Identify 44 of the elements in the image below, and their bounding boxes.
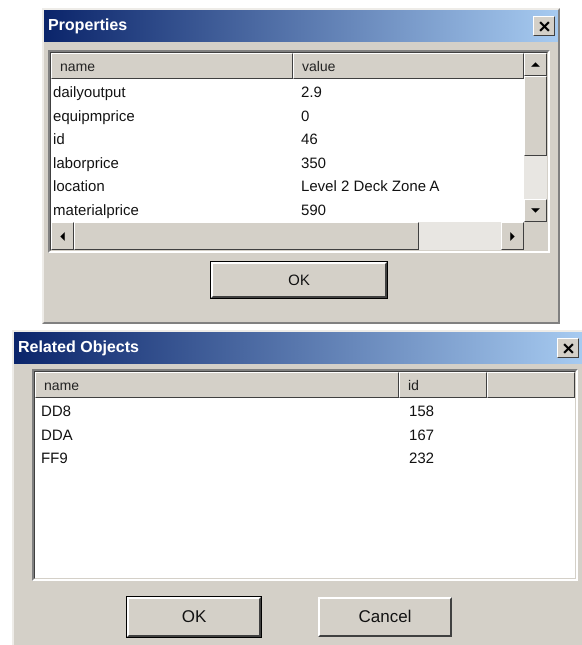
triangle-left-icon <box>58 232 67 240</box>
table-cell-text: 350 <box>300 154 328 172</box>
scroll-up-button[interactable] <box>524 53 547 76</box>
table-cell-text: equipmprice <box>52 108 136 125</box>
close-button[interactable] <box>533 16 555 36</box>
table-cell-text: DD8 <box>40 403 72 420</box>
table-cell-text: id <box>52 131 66 148</box>
table-cell-text: 2.9 <box>300 84 323 102</box>
table-cell-text: location <box>52 178 106 196</box>
triangle-right-icon <box>508 232 517 240</box>
table-cell-text: 158 <box>408 403 436 420</box>
table-cell-text: laborprice <box>52 154 120 172</box>
table-cell-text: Level 2 Deck Zone A <box>300 178 440 196</box>
scrollbar-thumb[interactable] <box>524 76 547 156</box>
window-title: Properties <box>48 17 128 35</box>
scrollbar-thumb[interactable] <box>74 222 419 250</box>
scroll-right-button[interactable] <box>501 222 524 250</box>
scroll-down-button[interactable] <box>524 199 547 222</box>
window-title: Related Objects <box>18 339 139 357</box>
table-cell-text: 167 <box>408 426 436 444</box>
column-header[interactable]: value <box>293 53 524 79</box>
close-icon <box>538 20 550 32</box>
table-cell-text: FF9 <box>40 450 69 468</box>
column-header[interactable]: name <box>51 53 293 79</box>
table-cell-text: materialprice <box>52 202 140 219</box>
triangle-down-icon <box>531 206 540 215</box>
column-header[interactable]: id <box>399 372 487 398</box>
ok-button[interactable]: OK <box>127 597 261 637</box>
table-cell-text: 232 <box>408 450 436 468</box>
cancel-button[interactable]: Cancel <box>318 597 452 637</box>
table-cell-text: dailyoutput <box>52 84 127 102</box>
table-cell-text: DDA <box>40 426 74 444</box>
table-cell-text: 0 <box>300 108 310 125</box>
table-cell-text: 590 <box>300 202 328 219</box>
column-header[interactable]: name <box>35 372 399 398</box>
triangle-up-icon <box>531 60 540 69</box>
close-button[interactable] <box>557 338 579 358</box>
ok-button[interactable]: OK <box>211 262 387 298</box>
scroll-left-button[interactable] <box>51 222 74 250</box>
close-icon <box>562 342 574 354</box>
vertical-scrollbar[interactable] <box>524 53 547 222</box>
horizontal-scrollbar[interactable] <box>51 222 524 250</box>
table-cell-text: 46 <box>300 131 319 148</box>
column-header[interactable] <box>487 372 575 398</box>
